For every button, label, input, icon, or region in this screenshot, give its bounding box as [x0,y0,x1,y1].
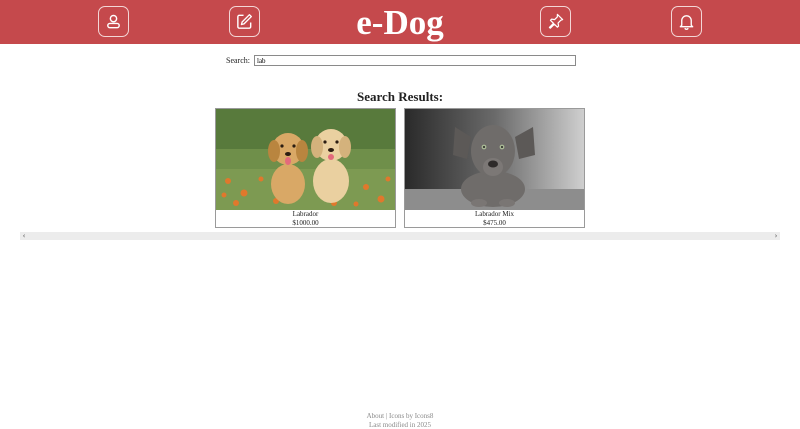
top-nav-bar: e-Dog [0,0,800,44]
result-card[interactable]: Labrador Mix $475.00 [404,108,585,228]
profile-button[interactable] [98,6,129,37]
footer-separator: | [386,412,387,420]
icons-credit-link[interactable]: Icons by Icons8 [389,412,433,420]
result-name: Labrador [216,210,395,219]
edit-button[interactable] [229,6,260,37]
footer: About | Icons by Icons8 Last modified in… [0,412,800,429]
pin-icon [546,12,565,31]
pin-button[interactable] [540,6,571,37]
search-input[interactable] [254,55,576,66]
dog-photo [405,109,584,210]
search-bar: Search: [226,55,576,66]
result-card[interactable]: Labrador $1000.00 [215,108,396,228]
notifications-button[interactable] [671,6,702,37]
scroll-right-icon[interactable]: › [772,232,780,240]
about-link[interactable]: About [367,412,385,420]
results-heading: Search Results: [0,89,800,105]
bell-icon [677,12,696,31]
horizontal-scrollbar[interactable]: ‹ › [20,232,780,240]
search-label: Search: [226,56,250,65]
user-icon [104,12,123,31]
edit-icon [235,12,254,31]
result-price: $475.00 [405,219,584,228]
result-name: Labrador Mix [405,210,584,219]
result-price: $1000.00 [216,219,395,228]
scroll-left-icon[interactable]: ‹ [20,232,28,240]
dog-photo [216,109,395,210]
